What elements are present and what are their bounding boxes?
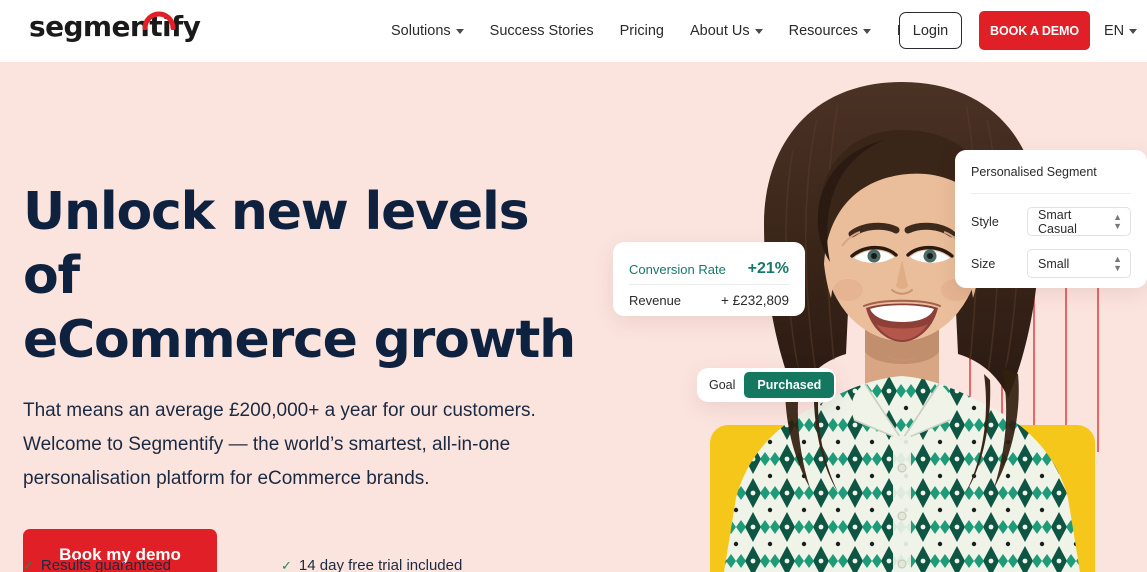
metric-row-conversion-rate: Conversion Rate +21% [629, 254, 789, 284]
chevron-down-icon: ▼ [1113, 262, 1122, 273]
metric-row-revenue: Revenue + £232,809 [629, 285, 789, 315]
metrics-card: Conversion Rate +21% Revenue + £232,809 [613, 242, 805, 316]
chevron-down-icon: ▼ [1113, 220, 1122, 231]
metric-label: Conversion Rate [629, 261, 726, 277]
metric-label: Revenue [629, 292, 682, 308]
nav-item-success-stories[interactable]: Success Stories [477, 23, 607, 39]
trust-item-free-trial: ✓ 14 day free trial included [281, 557, 462, 572]
field-label: Style [971, 214, 999, 229]
language-label: EN [1104, 23, 1125, 39]
chevron-down-icon [1129, 28, 1138, 34]
logo-arc-icon [142, 11, 176, 30]
metric-value: +21% [747, 260, 789, 277]
nav-label: Success Stories [489, 23, 594, 39]
trust-item-results: ✓ Results guaranteed [23, 557, 171, 572]
goal-card: Goal Purchased [697, 368, 836, 402]
nav-label: Resources [788, 23, 858, 39]
chevron-down-icon [862, 28, 871, 34]
hero-visual [600, 62, 1147, 572]
trust-label: Results guaranteed [40, 557, 171, 572]
field-label: Size [971, 256, 996, 271]
nav-label: Solutions [391, 23, 451, 39]
hero-section: Unlock new levels of eCommerce growth Th… [0, 62, 1147, 572]
stepper-arrows-icon[interactable]: ▲ ▼ [1113, 253, 1122, 273]
stepper-arrows-icon[interactable]: ▲ ▼ [1113, 211, 1122, 231]
login-button[interactable]: Login [899, 12, 962, 49]
trust-badges: ✓ Results guaranteed ✓ 14 day free trial… [23, 557, 462, 572]
hero-portrait-photo [724, 82, 1080, 572]
page-title: Unlock new levels of eCommerce growth [23, 180, 583, 372]
nav-item-resources[interactable]: Resources [776, 23, 884, 39]
nav-item-pricing[interactable]: Pricing [607, 23, 677, 39]
nav-item-solutions[interactable]: Solutions [378, 23, 477, 39]
headline-line-1: Unlock new levels of [23, 182, 530, 306]
goal-label: Goal [709, 378, 736, 392]
hero-copy: Unlock new levels of eCommerce growth Th… [23, 180, 583, 572]
hero-subcopy: That means an average £200,000+ a year f… [23, 400, 536, 489]
status-badge[interactable]: Purchased [744, 372, 835, 398]
size-select[interactable]: Small ▲ ▼ [1027, 249, 1131, 278]
segment-field-style: Style Smart Casual ▲ ▼ [971, 207, 1131, 236]
style-select[interactable]: Smart Casual ▲ ▼ [1027, 207, 1131, 236]
nav-item-about-us[interactable]: About Us [677, 23, 776, 39]
main-navigation: Solutions Success Stories Pricing About … [378, 0, 939, 62]
headline-line-2: eCommerce growth [23, 310, 576, 370]
book-a-demo-button[interactable]: BOOK A DEMO [979, 11, 1090, 50]
personalised-segment-card: Personalised Segment Style Smart Casual … [955, 150, 1147, 288]
field-value: Small [1038, 256, 1070, 271]
trust-label: 14 day free trial included [298, 557, 463, 572]
chevron-down-icon [754, 28, 763, 34]
site-header: segmentify Solutions Success Stories Pri… [0, 0, 1147, 62]
segment-card-title: Personalised Segment [971, 165, 1097, 179]
check-icon: ✓ [281, 557, 292, 572]
segmentify-logo[interactable]: segmentify [29, 9, 201, 45]
chevron-down-icon [455, 28, 464, 34]
field-value: Smart Casual [1038, 207, 1077, 236]
segment-field-size: Size Small ▲ ▼ [971, 249, 1131, 278]
language-selector[interactable]: EN [1104, 0, 1138, 62]
nav-label: About Us [689, 23, 750, 39]
divider [971, 193, 1131, 194]
nav-label: Pricing [619, 23, 664, 39]
chevron-up-icon: ▲ [1113, 253, 1122, 264]
check-icon: ✓ [23, 557, 34, 572]
metric-value: + £232,809 [721, 292, 789, 308]
chevron-up-icon: ▲ [1113, 211, 1122, 222]
